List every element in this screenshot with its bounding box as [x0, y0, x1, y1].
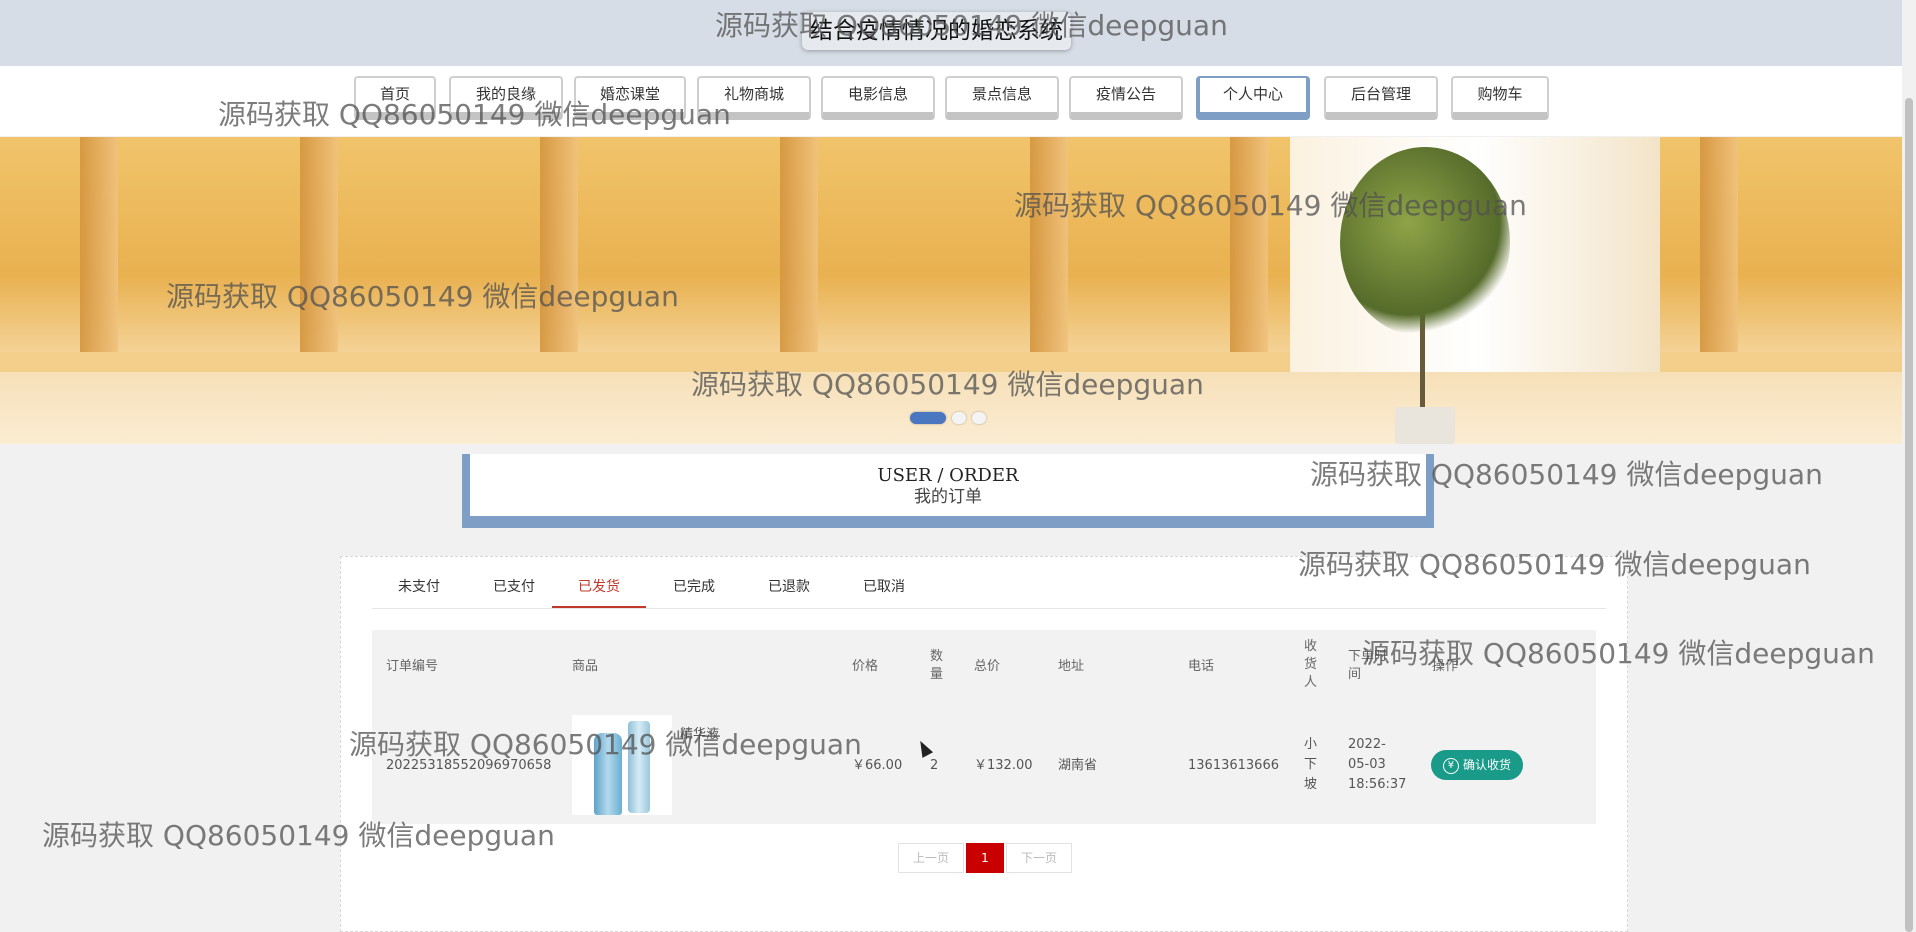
pagination-page-1[interactable]: 1: [966, 843, 1004, 873]
scrollbar-thumb[interactable]: [1905, 98, 1913, 932]
order-qty: 2: [930, 758, 939, 773]
banner-floor: [0, 372, 1916, 444]
nav-item-admin[interactable]: 后台管理: [1324, 76, 1438, 120]
order-phone: 13613613666: [1188, 758, 1279, 773]
col-header-order-time: 下单时 间: [1348, 649, 1388, 682]
section-title-cn: 我的订单: [914, 487, 982, 507]
confirm-receipt-button[interactable]: ¥ 确认收货: [1431, 750, 1523, 780]
col-header-phone: 电话: [1188, 659, 1215, 674]
section-title: USER / ORDER 我的订单: [462, 454, 1434, 528]
nav-item-cart[interactable]: 购物车: [1451, 76, 1549, 120]
order-receiver: 小 下 坡: [1304, 737, 1318, 792]
col-header-order-no: 订单编号: [386, 659, 439, 674]
nav-item-attractions[interactable]: 景点信息: [945, 76, 1059, 120]
site-title: 结合疫情情况的婚恋系统: [802, 12, 1071, 50]
nav-item-dating-class[interactable]: 婚恋课堂: [574, 76, 686, 120]
tab-paid[interactable]: 已支付: [467, 572, 561, 606]
carousel-dot-1[interactable]: [910, 412, 946, 424]
nav-item-movies[interactable]: 电影信息: [821, 76, 935, 120]
banner-plant: [1340, 147, 1510, 337]
section-title-en: USER / ORDER: [877, 465, 1019, 486]
order-number: 20225318552096970658: [386, 758, 552, 773]
order-price: ￥66.00: [852, 758, 903, 773]
pagination-next[interactable]: 下一页: [1006, 843, 1072, 873]
nav-item-personal-center[interactable]: 个人中心: [1196, 76, 1310, 120]
product-bottle: [628, 721, 650, 813]
col-header-action: 操作: [1432, 659, 1459, 674]
nav-item-my-match[interactable]: 我的良缘: [449, 76, 563, 120]
nav-item-gift-shop[interactable]: 礼物商城: [697, 76, 811, 120]
order-time: 2022- 05-03 18:56:37: [1348, 737, 1407, 792]
nav-item-epidemic-notice[interactable]: 疫情公告: [1069, 76, 1183, 120]
top-header: 结合疫情情况的婚恋系统: [0, 0, 1916, 66]
confirm-receipt-label: 确认收货: [1462, 758, 1511, 772]
carousel-dot-3[interactable]: [972, 412, 986, 424]
banner-carousel: [0, 137, 1916, 444]
tab-completed[interactable]: 已完成: [647, 572, 741, 606]
order-status-tabs: 未支付 已支付 已发货 已完成 已退款 已取消: [372, 572, 1606, 609]
col-header-product: 商品: [572, 659, 599, 674]
pagination-prev[interactable]: 上一页: [898, 843, 964, 873]
order-total: ￥132.00: [974, 758, 1033, 773]
tab-refunded[interactable]: 已退款: [742, 572, 836, 606]
order-address: 湖南省: [1058, 758, 1098, 773]
nav-item-home[interactable]: 首页: [354, 76, 436, 120]
tab-cancelled[interactable]: 已取消: [837, 572, 931, 606]
product-image[interactable]: [572, 715, 672, 815]
main-nav: 首页 我的良缘 婚恋课堂 礼物商城 电影信息 景点信息 疫情公告 个人中心 后台…: [0, 66, 1916, 136]
col-header-qty: 数 量: [930, 649, 944, 682]
carousel-dot-2[interactable]: [952, 412, 966, 424]
tab-shipped[interactable]: 已发货: [552, 572, 646, 608]
yen-icon: ¥: [1442, 757, 1459, 774]
product-name[interactable]: 精华液: [680, 725, 719, 745]
banner-plant-pot: [1395, 407, 1455, 444]
product-bottle: [594, 733, 622, 815]
tab-unpaid[interactable]: 未支付: [372, 572, 466, 606]
carousel-indicators: [910, 411, 986, 425]
col-header-price: 价格: [852, 659, 879, 674]
col-header-address: 地址: [1058, 659, 1085, 674]
col-header-receiver: 收 货 人: [1304, 639, 1318, 690]
col-header-total: 总价: [974, 659, 1001, 674]
